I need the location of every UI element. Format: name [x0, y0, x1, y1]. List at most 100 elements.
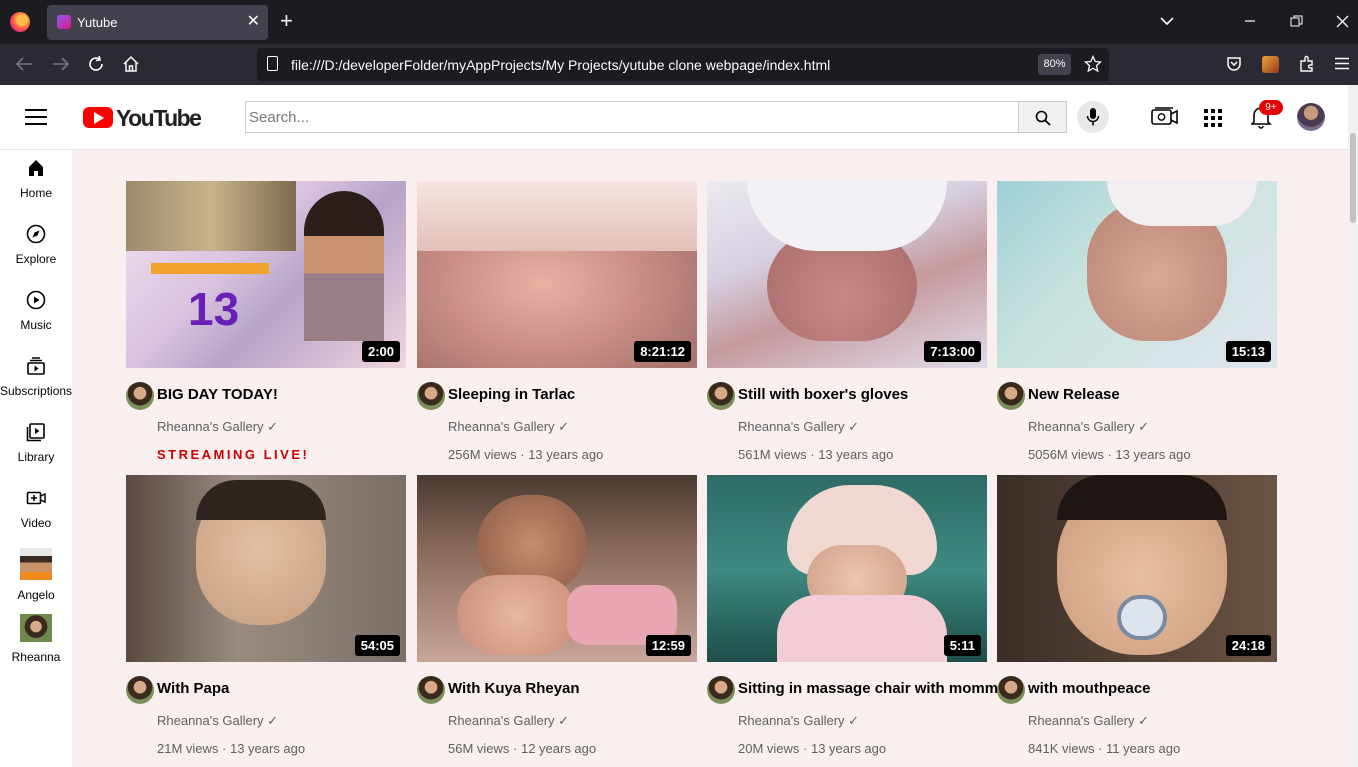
- explore-icon: [26, 224, 46, 244]
- restore-icon[interactable]: [1290, 15, 1303, 28]
- channel-name[interactable]: Rheanna's Gallery ✓: [448, 713, 569, 729]
- video-card[interactable]: 13 2:00 BIG DAY TODAY! Rheanna's Gallery…: [126, 181, 406, 462]
- angelo-avatar: [20, 548, 52, 580]
- tab-close-icon[interactable]: ✕: [247, 12, 260, 32]
- video-title[interactable]: with mouthpeace: [1028, 680, 1151, 697]
- channel-avatar[interactable]: [417, 382, 445, 410]
- extensions-puzzle-icon[interactable]: [1298, 55, 1316, 73]
- video-card[interactable]: 24:18 with mouthpeace Rheanna's Gallery …: [997, 475, 1277, 756]
- menu-hamburger-icon[interactable]: [25, 109, 47, 125]
- minimize-icon[interactable]: [1244, 15, 1256, 27]
- list-tabs-icon[interactable]: [1160, 14, 1174, 28]
- video-duration: 7:13:00: [924, 341, 981, 362]
- notification-count-badge: 9+: [1259, 100, 1283, 115]
- video-card[interactable]: 12:59 With Kuya Rheyan Rheanna's Gallery…: [417, 475, 697, 756]
- video-meta: 20M views · 13 years ago: [738, 741, 887, 756]
- sidebar-label: Music: [20, 318, 52, 332]
- video-title[interactable]: With Papa: [157, 680, 229, 697]
- sidebar-label: Rheanna: [11, 650, 61, 664]
- channel-avatar[interactable]: [707, 676, 735, 704]
- channel-name[interactable]: Rheanna's Gallery ✓: [157, 419, 278, 435]
- sidebar-item-video[interactable]: Video: [0, 488, 72, 530]
- video-card[interactable]: 5:11 Sitting in massage chair with mommy…: [707, 475, 1006, 756]
- video-title[interactable]: BIG DAY TODAY!: [157, 386, 278, 403]
- sidebar-label: Explore: [15, 252, 57, 266]
- video-thumbnail[interactable]: 5:11: [707, 475, 987, 662]
- sidebar-label: Home: [19, 186, 52, 200]
- url-bar[interactable]: file:///D:/developerFolder/myAppProjects…: [257, 48, 1109, 81]
- subscriptions-icon: [27, 357, 45, 375]
- video-duration: 54:05: [354, 635, 400, 656]
- reload-icon[interactable]: [87, 55, 105, 73]
- apps-grid-icon[interactable]: [1203, 108, 1233, 134]
- channel-avatar[interactable]: [997, 382, 1025, 410]
- video-thumbnail[interactable]: 15:13: [997, 181, 1277, 368]
- channel-name[interactable]: Rheanna's Gallery ✓: [738, 713, 859, 729]
- channel-avatar[interactable]: [997, 676, 1025, 704]
- video-grid: 13 2:00 BIG DAY TODAY! Rheanna's Gallery…: [72, 150, 1348, 767]
- close-window-icon[interactable]: [1336, 15, 1349, 28]
- search-button[interactable]: [1019, 101, 1067, 133]
- url-text[interactable]: file:///D:/developerFolder/myAppProjects…: [291, 57, 830, 73]
- channel-avatar[interactable]: [707, 382, 735, 410]
- video-title[interactable]: Sitting in massage chair with mommy: [738, 680, 1006, 697]
- video-thumbnail[interactable]: 7:13:00: [707, 181, 987, 368]
- forward-icon[interactable]: [52, 56, 70, 72]
- channel-avatar[interactable]: [417, 676, 445, 704]
- sidebar-item-explore[interactable]: Explore: [0, 224, 72, 266]
- video-thumbnail[interactable]: 54:05: [126, 475, 406, 662]
- voice-search-button[interactable]: [1077, 101, 1109, 133]
- search-input[interactable]: [245, 101, 1019, 133]
- create-video-icon[interactable]: [1149, 104, 1179, 130]
- video-card[interactable]: 7:13:00 Still with boxer's gloves Rheann…: [707, 181, 987, 462]
- page-viewport: YouTube 9+ Home Explore Music Subscrip: [0, 85, 1358, 767]
- video-card[interactable]: 8:21:12 Sleeping in Tarlac Rheanna's Gal…: [417, 181, 697, 462]
- sidebar-label: Library: [17, 450, 55, 464]
- new-tab-icon[interactable]: +: [280, 10, 293, 32]
- video-thumbnail[interactable]: 13 2:00: [126, 181, 406, 368]
- video-title[interactable]: Sleeping in Tarlac: [448, 386, 575, 403]
- channel-name[interactable]: Rheanna's Gallery ✓: [738, 419, 859, 435]
- channel-avatar[interactable]: [126, 382, 154, 410]
- video-title[interactable]: Still with boxer's gloves: [738, 386, 908, 403]
- channel-name[interactable]: Rheanna's Gallery ✓: [157, 713, 278, 729]
- bookmark-star-icon[interactable]: [1084, 55, 1102, 73]
- user-avatar[interactable]: [1297, 103, 1325, 131]
- channel-name[interactable]: Rheanna's Gallery ✓: [1028, 713, 1149, 729]
- video-meta: 841K views · 11 years ago: [1028, 741, 1181, 756]
- channel-avatar[interactable]: [126, 676, 154, 704]
- sidebar-item-subscriptions[interactable]: Subscriptions: [0, 356, 72, 398]
- video-title[interactable]: With Kuya Rheyan: [448, 680, 580, 697]
- zoom-level[interactable]: 80%: [1038, 54, 1071, 75]
- sidebar-channel-angelo[interactable]: Angelo: [0, 548, 72, 602]
- yt-header: YouTube 9+: [0, 85, 1348, 150]
- channel-name[interactable]: Rheanna's Gallery ✓: [448, 419, 569, 435]
- home-browser-icon[interactable]: [122, 55, 140, 73]
- video-card[interactable]: 54:05 With Papa Rheanna's Gallery ✓ 21M …: [126, 475, 406, 756]
- extension-icon[interactable]: [1262, 56, 1279, 73]
- sidebar-item-home[interactable]: Home: [0, 158, 72, 200]
- video-duration: 5:11: [943, 635, 981, 656]
- video-thumbnail[interactable]: 8:21:12: [417, 181, 697, 368]
- firefox-logo-icon[interactable]: [10, 12, 30, 32]
- video-duration: 15:13: [1225, 341, 1271, 362]
- video-thumbnail[interactable]: 12:59: [417, 475, 697, 662]
- pocket-icon[interactable]: [1226, 56, 1242, 72]
- video-card[interactable]: 15:13 New Release Rheanna's Gallery ✓ 50…: [997, 181, 1277, 462]
- sidebar-item-library[interactable]: Library: [0, 422, 72, 464]
- video-thumbnail[interactable]: 24:18: [997, 475, 1277, 662]
- video-title[interactable]: New Release: [1028, 386, 1120, 403]
- page-scrollbar[interactable]: [1348, 85, 1358, 767]
- app-menu-icon[interactable]: [1335, 57, 1349, 70]
- sidebar-channel-rheanna[interactable]: Rheanna: [0, 614, 72, 664]
- video-meta: 561M views · 13 years ago: [738, 447, 894, 462]
- back-icon[interactable]: [15, 56, 33, 72]
- channel-name[interactable]: Rheanna's Gallery ✓: [1028, 419, 1149, 435]
- browser-tab[interactable]: Yutube ✕: [47, 5, 268, 40]
- video-icon: [26, 491, 46, 505]
- sidebar-item-music[interactable]: Music: [0, 290, 72, 332]
- scrollbar-thumb[interactable]: [1350, 133, 1356, 223]
- library-icon: [26, 423, 45, 442]
- home-icon: [29, 160, 43, 176]
- music-icon: [26, 290, 46, 310]
